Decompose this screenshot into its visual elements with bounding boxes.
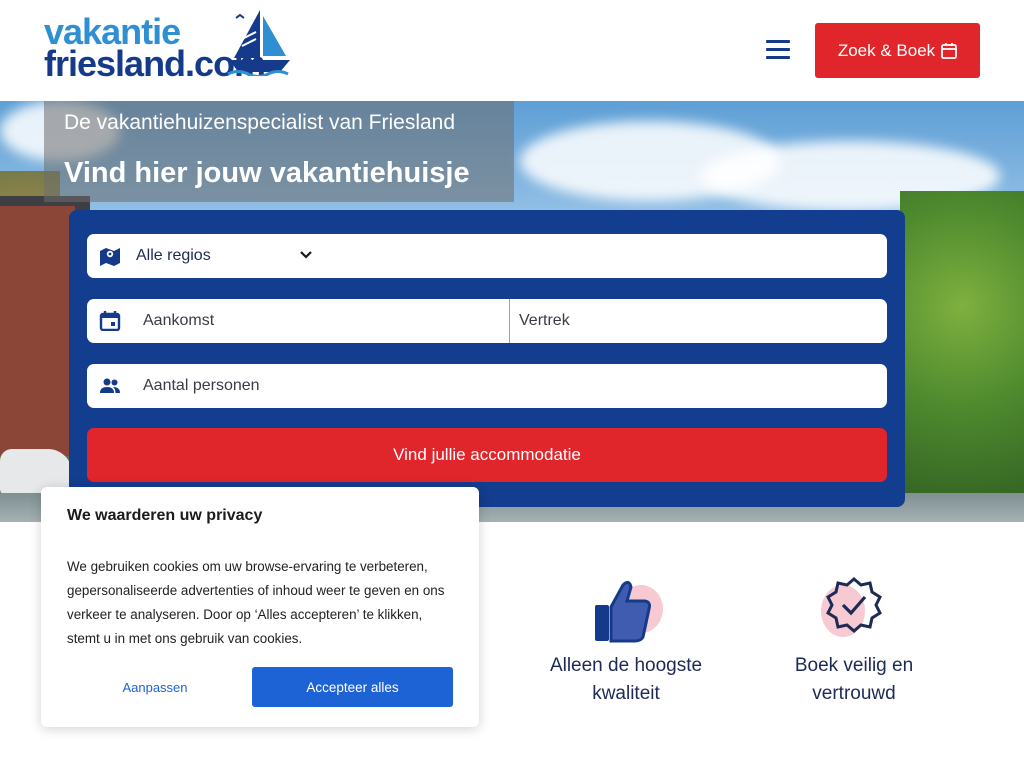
cookie-text: We gebruiken cookies om uw browse-ervari… [67, 559, 445, 646]
cookie-accept-all-button[interactable]: Accepteer alles [252, 667, 453, 707]
hamburger-icon-bar [766, 48, 790, 51]
hamburger-icon-bar [766, 40, 790, 43]
feature-quality-line1: Alleen de hoogste [549, 655, 703, 676]
feature-quality: Alleen de hoogste kwaliteit [526, 577, 726, 708]
thumbs-up-icon [595, 580, 663, 643]
zoek-boek-button[interactable]: Zoek & Boek [815, 23, 980, 78]
cookie-consent-banner: We waarderen uw privacy We gebruiken coo… [41, 487, 479, 727]
site-logo[interactable]: vakantie friesland.com [44, 6, 294, 84]
feature-safe-line2: vertrouwd [812, 683, 896, 704]
date-divider [509, 299, 510, 343]
site-header: vakantie friesland.com Zoek & Boek [0, 0, 1024, 101]
calendar-icon [941, 43, 958, 59]
feature-safe-line1: Boek veilig en [794, 655, 914, 676]
hero-tree-right [900, 191, 1024, 521]
calendar-icon [99, 311, 121, 331]
sailboat-icon [227, 10, 290, 76]
feature-quality-line2: kwaliteit [592, 683, 660, 704]
cookie-customize-button[interactable]: Aanpassen [67, 667, 243, 707]
hamburger-menu-button[interactable] [766, 40, 790, 60]
hamburger-icon-bar [766, 56, 790, 59]
book-button-label: Zoek & Boek [837, 40, 936, 60]
cookie-title: We waarderen uw privacy [67, 507, 263, 524]
region-select[interactable]: Alle regios [87, 234, 887, 278]
persons-field[interactable]: Aantal personen [87, 364, 887, 408]
departure-input[interactable]: Vertrek [519, 312, 570, 330]
verified-badge-icon [821, 577, 882, 637]
map-pin-icon [100, 248, 120, 266]
hero-section: De vakantiehuizenspecialist van Frieslan… [0, 101, 1024, 522]
search-panel: Alle regios Aankomst Vertrek Aantal pers… [69, 210, 905, 507]
feature-safe-booking: Boek veilig en vertrouwd [754, 577, 954, 708]
search-submit-button[interactable]: Vind jullie accommodatie [87, 428, 887, 482]
persons-placeholder: Aantal personen [143, 377, 260, 394]
region-value: Alle regios [136, 247, 211, 264]
hero-title: Vind hier jouw vakantiehuisje [64, 157, 470, 189]
people-icon [100, 378, 120, 393]
hero-subtitle: De vakantiehuizenspecialist van Frieslan… [64, 111, 456, 134]
date-range-field: Aankomst Vertrek [87, 299, 887, 343]
arrival-input[interactable]: Aankomst [143, 312, 214, 330]
hero-house [0, 206, 75, 456]
chevron-down-icon [300, 251, 312, 259]
hero-caption: De vakantiehuizenspecialist van Frieslan… [44, 101, 514, 202]
